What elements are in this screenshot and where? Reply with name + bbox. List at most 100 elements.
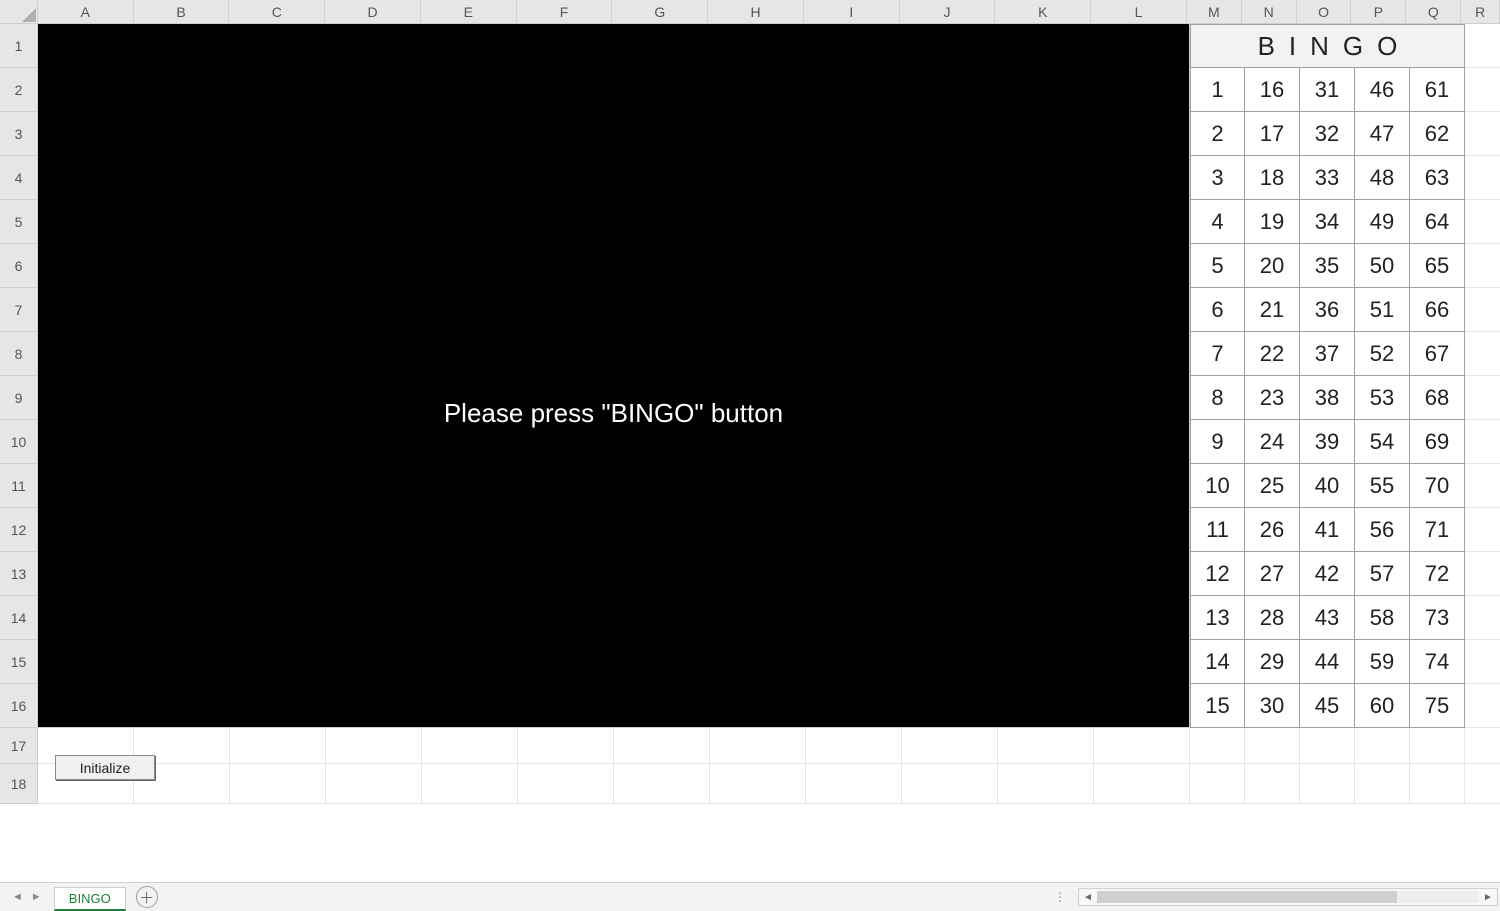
col-head-L[interactable]: L — [1091, 0, 1187, 24]
cell[interactable] — [1465, 112, 1500, 156]
col-head-O[interactable]: O — [1297, 0, 1352, 24]
cell[interactable] — [1355, 728, 1410, 764]
cell[interactable] — [1465, 464, 1500, 508]
bingo-cell[interactable]: 33 — [1300, 156, 1355, 200]
cell[interactable] — [1465, 420, 1500, 464]
horizontal-scrollbar[interactable]: ◄ ► — [1078, 888, 1498, 906]
sheet-nav-next-icon[interactable]: ► — [31, 891, 42, 903]
bingo-cell[interactable]: 30 — [1245, 684, 1300, 728]
bingo-cell[interactable]: 4 — [1190, 200, 1245, 244]
col-head-H[interactable]: H — [708, 0, 804, 24]
cell[interactable] — [1190, 728, 1245, 764]
col-head-G[interactable]: G — [612, 0, 708, 24]
bingo-cell[interactable]: 57 — [1355, 552, 1410, 596]
bingo-cell[interactable]: 58 — [1355, 596, 1410, 640]
cell[interactable] — [1410, 728, 1465, 764]
cell[interactable] — [998, 728, 1094, 764]
cell[interactable] — [806, 764, 902, 804]
cell[interactable] — [710, 764, 806, 804]
bingo-cell[interactable]: 46 — [1355, 68, 1410, 112]
bingo-cell[interactable]: 71 — [1410, 508, 1465, 552]
bingo-cell[interactable]: 10 — [1190, 464, 1245, 508]
col-head-Q[interactable]: Q — [1406, 0, 1461, 24]
bingo-cell[interactable]: 13 — [1190, 596, 1245, 640]
bingo-cell[interactable]: 16 — [1245, 68, 1300, 112]
bingo-cell[interactable]: 66 — [1410, 288, 1465, 332]
select-all-corner[interactable] — [0, 0, 38, 24]
bingo-cell[interactable]: 29 — [1245, 640, 1300, 684]
row-head-12[interactable]: 12 — [0, 508, 38, 552]
cell[interactable] — [422, 728, 518, 764]
col-head-K[interactable]: K — [995, 0, 1091, 24]
bingo-cell[interactable]: 8 — [1190, 376, 1245, 420]
scroll-thumb[interactable] — [1097, 891, 1397, 903]
sheet-nav-prev-icon[interactable]: ◄ — [12, 891, 23, 903]
bingo-cell[interactable]: 20 — [1245, 244, 1300, 288]
bingo-cell[interactable]: 14 — [1190, 640, 1245, 684]
cell[interactable] — [1465, 728, 1500, 764]
bingo-cell[interactable]: 68 — [1410, 376, 1465, 420]
bingo-cell[interactable]: 44 — [1300, 640, 1355, 684]
bingo-cell[interactable]: 35 — [1300, 244, 1355, 288]
bingo-cell[interactable]: 18 — [1245, 156, 1300, 200]
cell[interactable] — [1465, 68, 1500, 112]
bingo-cell[interactable]: 15 — [1190, 684, 1245, 728]
row-head-17[interactable]: 17 — [0, 728, 38, 764]
bingo-cell[interactable]: 61 — [1410, 68, 1465, 112]
bingo-cell[interactable]: 47 — [1355, 112, 1410, 156]
cell[interactable] — [1465, 684, 1500, 728]
bingo-cell[interactable]: 23 — [1245, 376, 1300, 420]
cell[interactable] — [614, 728, 710, 764]
col-head-P[interactable]: P — [1351, 0, 1406, 24]
col-head-E[interactable]: E — [421, 0, 517, 24]
row-head-9[interactable]: 9 — [0, 376, 38, 420]
cell[interactable] — [998, 764, 1094, 804]
bingo-cell[interactable]: 31 — [1300, 68, 1355, 112]
bingo-cell[interactable]: 32 — [1300, 112, 1355, 156]
cell[interactable] — [1410, 764, 1465, 804]
bingo-cell[interactable]: 24 — [1245, 420, 1300, 464]
cell[interactable] — [1465, 244, 1500, 288]
cell[interactable] — [1245, 728, 1300, 764]
bingo-cell[interactable]: 6 — [1190, 288, 1245, 332]
cell[interactable] — [518, 728, 614, 764]
bingo-cell[interactable]: 19 — [1245, 200, 1300, 244]
row-head-15[interactable]: 15 — [0, 640, 38, 684]
cell[interactable] — [1465, 288, 1500, 332]
bingo-cell[interactable]: 62 — [1410, 112, 1465, 156]
cell[interactable] — [1300, 728, 1355, 764]
bingo-cell[interactable]: 34 — [1300, 200, 1355, 244]
cell[interactable] — [326, 764, 422, 804]
bingo-cell[interactable]: 75 — [1410, 684, 1465, 728]
bingo-cell[interactable]: 59 — [1355, 640, 1410, 684]
new-sheet-button[interactable]: ＋ — [136, 886, 158, 908]
bingo-cell[interactable]: 64 — [1410, 200, 1465, 244]
bingo-cell[interactable]: 43 — [1300, 596, 1355, 640]
cell[interactable] — [806, 728, 902, 764]
cell[interactable] — [902, 764, 998, 804]
bingo-cell[interactable]: 60 — [1355, 684, 1410, 728]
bingo-cell[interactable]: 69 — [1410, 420, 1465, 464]
bingo-cell[interactable]: 7 — [1190, 332, 1245, 376]
bingo-cell[interactable]: 27 — [1245, 552, 1300, 596]
bingo-cell[interactable]: 39 — [1300, 420, 1355, 464]
bingo-cell[interactable]: 72 — [1410, 552, 1465, 596]
bingo-cell[interactable]: 50 — [1355, 244, 1410, 288]
cell[interactable] — [1465, 24, 1500, 68]
row-head-7[interactable]: 7 — [0, 288, 38, 332]
bingo-cell[interactable]: 48 — [1355, 156, 1410, 200]
bingo-cell[interactable]: 54 — [1355, 420, 1410, 464]
bingo-cell[interactable]: 5 — [1190, 244, 1245, 288]
col-head-I[interactable]: I — [804, 0, 900, 24]
row-head-14[interactable]: 14 — [0, 596, 38, 640]
cell[interactable] — [1465, 764, 1500, 804]
bingo-cell[interactable]: 40 — [1300, 464, 1355, 508]
scroll-right-icon[interactable]: ► — [1479, 889, 1497, 905]
bingo-cell[interactable]: 55 — [1355, 464, 1410, 508]
scroll-left-icon[interactable]: ◄ — [1079, 889, 1097, 905]
col-head-M[interactable]: M — [1187, 0, 1242, 24]
bingo-cell[interactable]: 56 — [1355, 508, 1410, 552]
row-head-13[interactable]: 13 — [0, 552, 38, 596]
bingo-cell[interactable]: 36 — [1300, 288, 1355, 332]
col-head-A[interactable]: A — [38, 0, 134, 24]
